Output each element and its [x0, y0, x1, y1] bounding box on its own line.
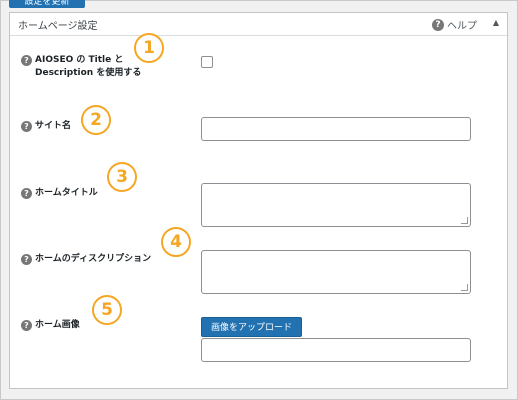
field-label-line: AIOSEO の Title と: [35, 55, 124, 65]
use-aioseo-checkbox[interactable]: [201, 56, 213, 68]
panel-title: ホームページ設定: [18, 21, 98, 32]
triangle-up-icon[interactable]: ▲: [493, 18, 499, 27]
help-icon: ?: [432, 18, 444, 31]
site-name-input[interactable]: [201, 117, 471, 141]
field-label-site-name: ? サイト名: [21, 120, 71, 133]
field-label-use-aioseo: ? AIOSEO の Title と Description を使用する: [21, 54, 141, 80]
help-toggle[interactable]: ? ヘルプ: [432, 17, 477, 32]
resize-grip-icon[interactable]: [461, 217, 468, 224]
help-icon[interactable]: ?: [21, 188, 32, 199]
help-icon[interactable]: ?: [21, 320, 32, 331]
upload-image-button[interactable]: 画像をアップロード: [201, 317, 302, 337]
home-description-textarea[interactable]: [201, 250, 471, 294]
field-label-home-title: ? ホームタイトル: [21, 187, 98, 200]
step-badge: 2: [81, 105, 111, 135]
field-label-text: ホームのディスクリプション: [35, 254, 152, 264]
help-label: ヘルプ: [447, 21, 477, 32]
home-image-url-input[interactable]: [201, 338, 471, 362]
step-badge: 3: [107, 162, 137, 192]
update-settings-button[interactable]: 設定を更新: [9, 0, 85, 8]
field-label-text: ホームタイトル: [35, 188, 98, 198]
homepage-settings-panel: ホームページ設定 ? ヘルプ ▲ ? AIOSEO の Title と Desc…: [9, 12, 508, 389]
field-label-home-image: ? ホーム画像: [21, 319, 80, 332]
field-label-home-description: ? ホームのディスクリプション: [21, 253, 151, 266]
panel-header: ホームページ設定 ? ヘルプ ▲: [10, 13, 507, 36]
field-label-line: Description を使用する: [35, 68, 142, 78]
help-icon[interactable]: ?: [21, 254, 32, 265]
help-icon[interactable]: ?: [21, 121, 32, 132]
field-label-text: ホーム画像: [35, 320, 80, 330]
home-title-textarea[interactable]: [201, 183, 471, 227]
page-frame: 設定を更新 ホームページ設定 ? ヘルプ ▲ ? AIOSEO の Title …: [0, 0, 518, 400]
step-badge: 4: [161, 227, 191, 257]
step-badge: 5: [92, 295, 122, 325]
resize-grip-icon[interactable]: [461, 284, 468, 291]
help-icon[interactable]: ?: [21, 55, 32, 66]
field-label-text: サイト名: [35, 121, 72, 131]
step-badge: 1: [134, 33, 164, 63]
